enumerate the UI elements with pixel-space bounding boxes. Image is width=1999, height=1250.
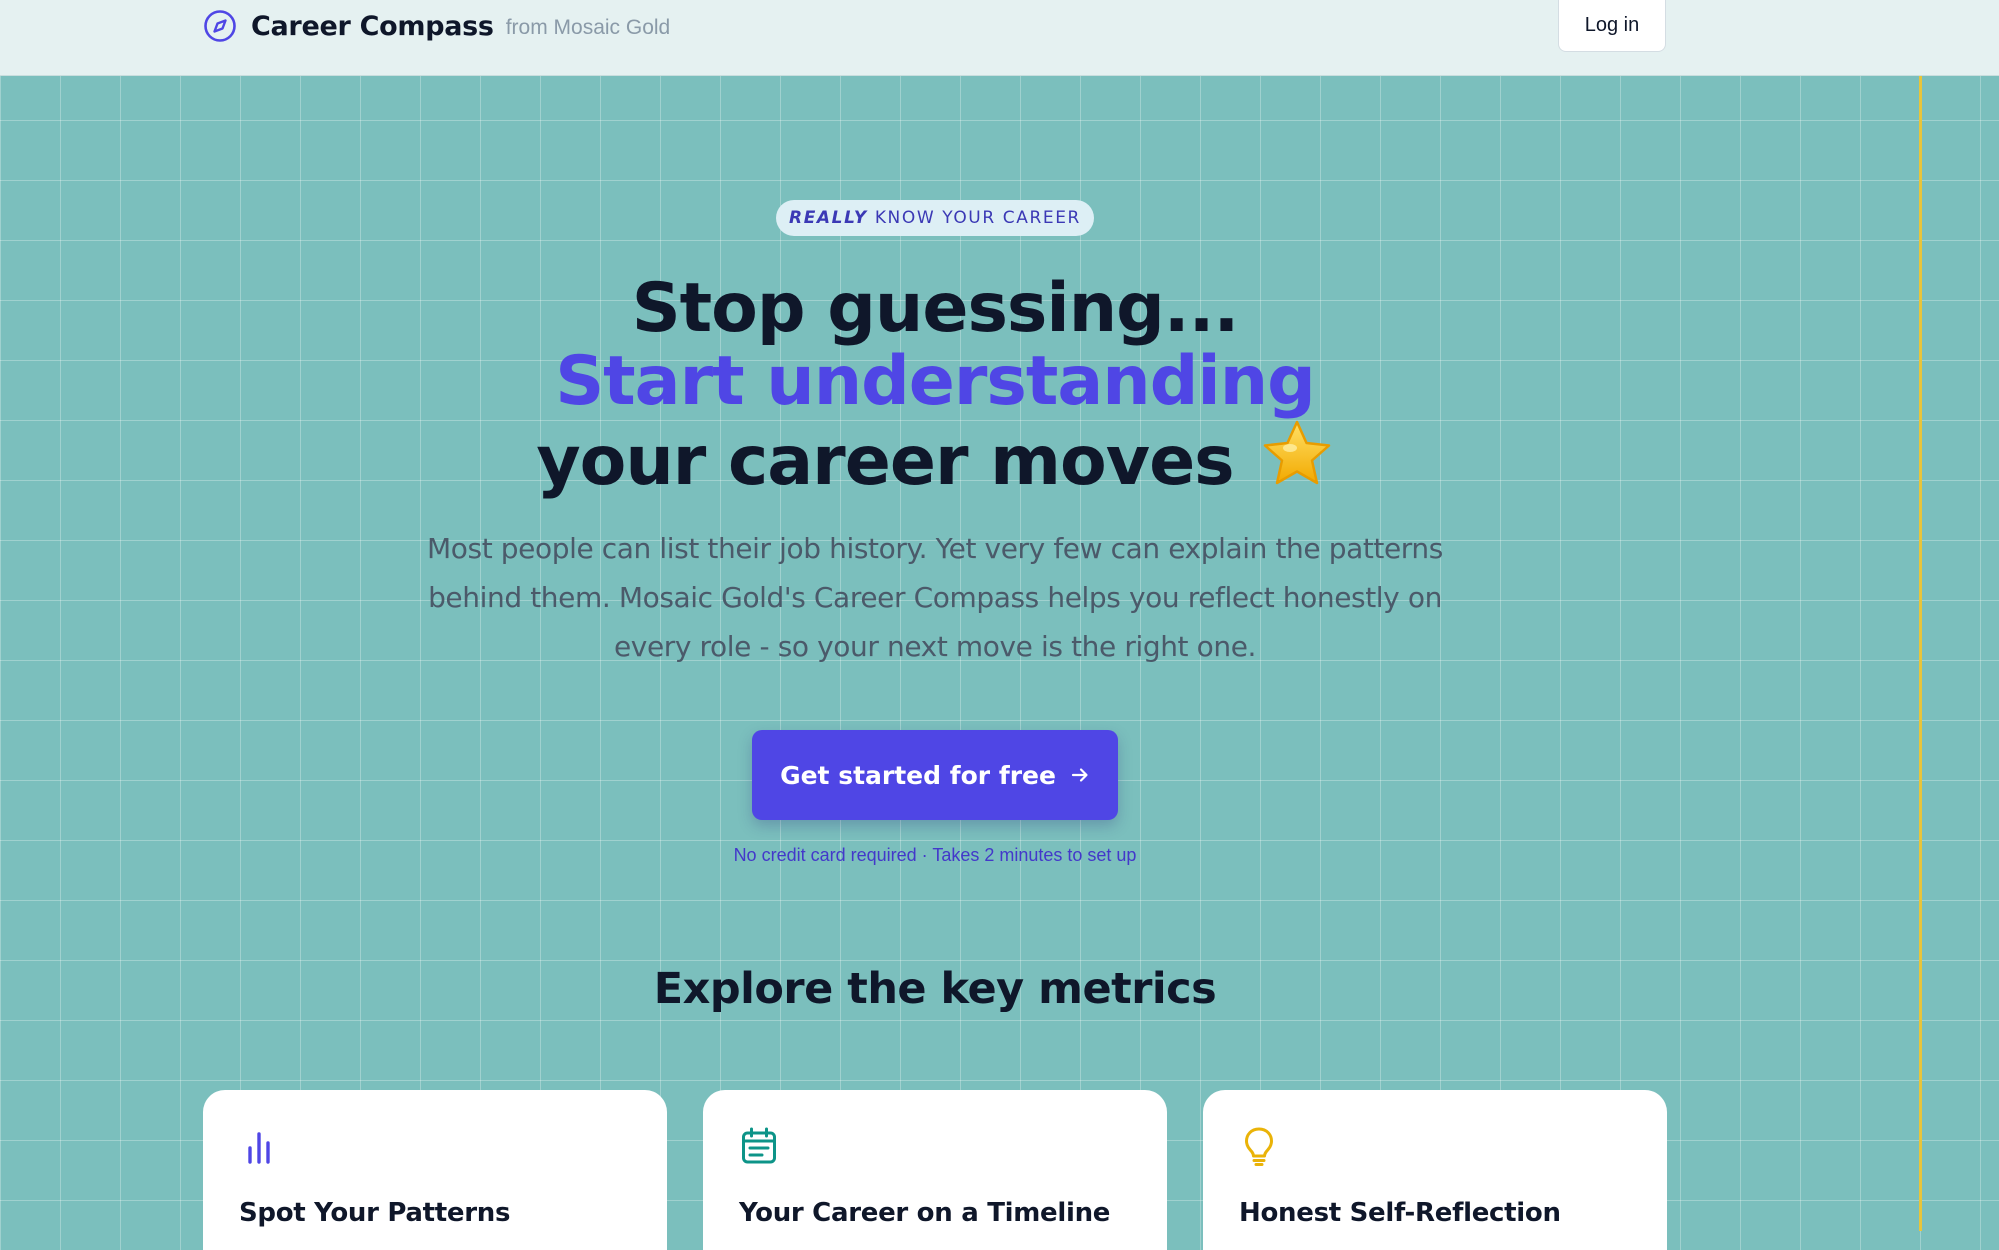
card-title: Your Career on a Timeline — [739, 1198, 1111, 1228]
card-title: Spot Your Patterns — [239, 1198, 511, 1228]
metric-card-reflection[interactable]: Honest Self-Reflection — [1203, 1090, 1667, 1250]
eyebrow-badge: REALLY KNOW YOUR CAREER — [776, 200, 1094, 236]
hero-headline: Stop guessing... Start understanding you… — [400, 272, 1470, 504]
get-started-label: Get started for free — [780, 760, 1056, 790]
eyebrow-text: KNOW YOUR CAREER — [874, 208, 1081, 228]
eyebrow-emphasis: REALLY — [789, 208, 868, 228]
lightbulb-icon — [1239, 1126, 1279, 1166]
headline-line-3-wrap: your career moves — [400, 418, 1470, 504]
cta-note: No credit card required · Takes 2 minute… — [733, 845, 1137, 865]
metrics-section-title: Explore the key metrics — [653, 964, 1217, 1014]
hero-description: Most people can list their job history. … — [427, 532, 1443, 663]
calendar-icon — [739, 1126, 779, 1166]
card-title: Honest Self-Reflection — [1239, 1198, 1561, 1228]
metric-card-timeline[interactable]: Your Career on a Timeline — [703, 1090, 1167, 1250]
arrow-right-icon — [1070, 765, 1090, 785]
brand[interactable]: Career Compass from Mosaic Gold — [203, 8, 670, 44]
top-navigation-bar: Career Compass from Mosaic Gold Log in — [0, 0, 1999, 76]
compass-icon — [203, 9, 237, 43]
decorative-gold-line — [1919, 76, 1922, 1231]
headline-line-2: Start understanding — [555, 342, 1316, 421]
get-started-button[interactable]: Get started for free — [752, 730, 1118, 820]
headline-line-3: your career moves — [536, 422, 1234, 501]
brand-name: Career Compass — [251, 10, 494, 42]
headline-line-1: Stop guessing... — [631, 269, 1240, 348]
star-icon — [1260, 418, 1334, 504]
metric-card-patterns[interactable]: Spot Your Patterns — [203, 1090, 667, 1250]
bar-chart-icon — [239, 1126, 279, 1166]
login-button[interactable]: Log in — [1558, 0, 1666, 52]
brand-subtitle: from Mosaic Gold — [505, 16, 671, 39]
